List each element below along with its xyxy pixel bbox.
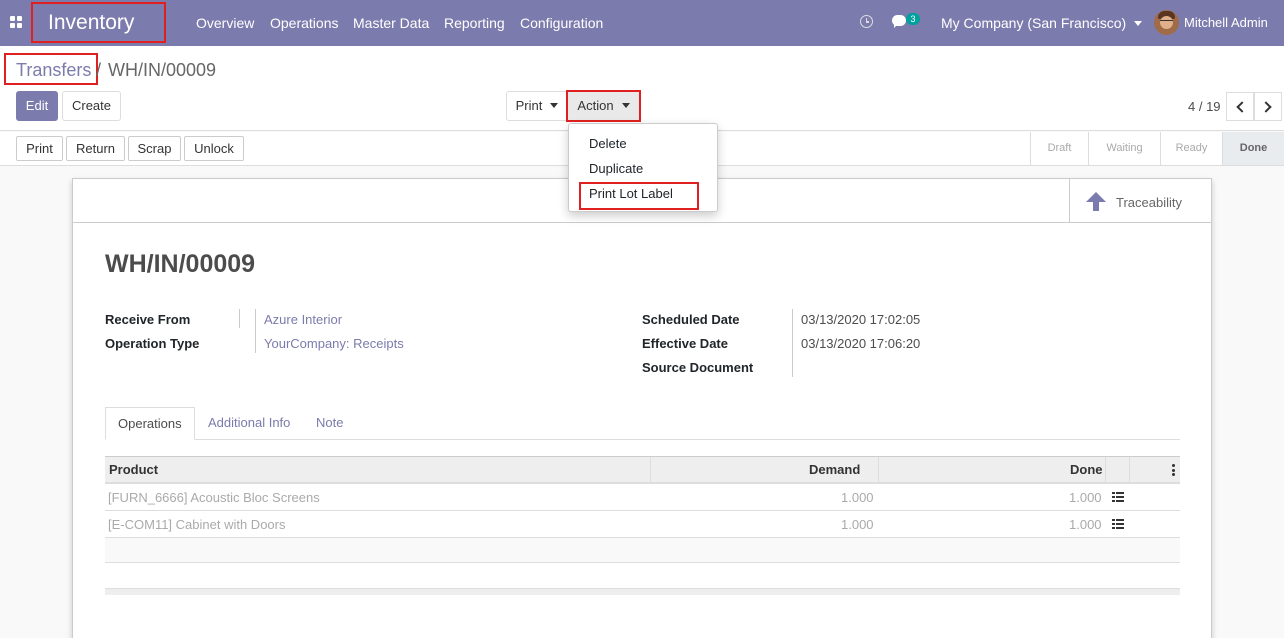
menu-overview[interactable]: Overview bbox=[196, 15, 254, 31]
column-separator bbox=[650, 457, 651, 483]
receive-from-label: Receive From bbox=[105, 312, 191, 327]
detailed-operations-list-icon[interactable] bbox=[1112, 519, 1124, 529]
arrow-up-icon bbox=[1086, 192, 1106, 212]
row-done: 1.000 bbox=[1069, 490, 1102, 505]
stage-ready[interactable]: Ready bbox=[1160, 132, 1222, 165]
row-product: [E-COM11] Cabinet with Doors bbox=[108, 517, 286, 532]
table-footer bbox=[105, 588, 1180, 595]
column-demand[interactable]: Demand bbox=[809, 457, 860, 483]
row-demand: 1.000 bbox=[841, 490, 874, 505]
print-button[interactable]: Print bbox=[16, 136, 63, 161]
stage-draft[interactable]: Draft bbox=[1030, 132, 1088, 165]
print-label: Print bbox=[515, 98, 543, 113]
effective-date-value: 03/13/2020 17:06:20 bbox=[801, 336, 921, 351]
column-product[interactable]: Product bbox=[109, 457, 158, 483]
row-product: [FURN_6666] Acoustic Bloc Screens bbox=[108, 490, 320, 505]
menu-operations[interactable]: Operations bbox=[270, 15, 338, 31]
pager-next-button[interactable] bbox=[1254, 92, 1282, 121]
empty-table-row bbox=[105, 538, 1180, 563]
top-navbar: Inventory Overview Operations Master Dat… bbox=[0, 0, 1284, 46]
menu-configuration[interactable]: Configuration bbox=[520, 15, 603, 31]
source-document-label: Source Document bbox=[642, 360, 754, 375]
activity-clock-icon[interactable] bbox=[860, 15, 873, 28]
menu-reporting[interactable]: Reporting bbox=[444, 15, 505, 31]
caret-down-icon bbox=[550, 103, 559, 108]
create-button[interactable]: Create bbox=[62, 91, 121, 121]
column-separator bbox=[878, 457, 879, 483]
table-row[interactable]: [FURN_6666] Acoustic Bloc Screens 1.000 … bbox=[105, 484, 1180, 511]
stage-waiting[interactable]: Waiting bbox=[1088, 132, 1160, 165]
receive-from-value[interactable]: Azure Interior bbox=[264, 312, 342, 327]
notebook-tabs: Operations Additional Info Note bbox=[105, 407, 1180, 440]
caret-down-icon bbox=[1134, 21, 1143, 26]
menu-master-data[interactable]: Master Data bbox=[353, 15, 429, 31]
scheduled-date-label: Scheduled Date bbox=[642, 312, 740, 327]
user-menu[interactable]: Mitchell Admin bbox=[1184, 15, 1268, 30]
stage-done: Done bbox=[1222, 132, 1284, 165]
company-name: My Company (San Francisco) bbox=[941, 15, 1127, 31]
traceability-button[interactable]: Traceability bbox=[1069, 179, 1211, 223]
scheduled-date-value[interactable]: 03/13/2020 17:02:05 bbox=[801, 312, 920, 327]
print-dropdown-button[interactable]: Print bbox=[506, 91, 568, 121]
row-demand: 1.000 bbox=[841, 517, 874, 532]
unlock-button[interactable]: Unlock bbox=[184, 136, 244, 161]
menu-item-delete[interactable]: Delete bbox=[589, 136, 627, 151]
chevron-right-icon bbox=[1260, 101, 1272, 113]
column-done[interactable]: Done bbox=[1070, 457, 1103, 483]
action-label: Action bbox=[577, 98, 614, 113]
table-row[interactable]: [E-COM11] Cabinet with Doors 1.000 1.000 bbox=[105, 511, 1180, 538]
breadcrumb-separator: / bbox=[96, 60, 102, 80]
pager-previous-button[interactable] bbox=[1226, 92, 1254, 121]
breadcrumb-current: WH/IN/00009 bbox=[108, 60, 217, 80]
traceability-label: Traceability bbox=[1116, 195, 1182, 210]
menu-item-duplicate[interactable]: Duplicate bbox=[589, 161, 643, 176]
operation-type-value[interactable]: YourCompany: Receipts bbox=[264, 336, 404, 351]
apps-grid-icon[interactable] bbox=[10, 16, 22, 28]
column-separator bbox=[1129, 457, 1130, 483]
tab-note[interactable]: Note bbox=[304, 407, 355, 440]
chat-icon[interactable] bbox=[892, 15, 906, 28]
action-dropdown-menu: Delete Duplicate Print Lot Label bbox=[568, 123, 718, 212]
control-panel: Transfers / WH/IN/00009 Edit Create Prin… bbox=[0, 46, 1284, 131]
chat-count-badge: 3 bbox=[906, 13, 920, 25]
form-sheet: Traceability WH/IN/00009 Receive From Az… bbox=[72, 178, 1212, 638]
edit-button[interactable]: Edit bbox=[16, 91, 58, 121]
company-switcher[interactable]: My Company (San Francisco) bbox=[941, 15, 1143, 31]
scrap-button[interactable]: Scrap bbox=[128, 136, 181, 161]
operation-type-label: Operation Type bbox=[105, 336, 200, 351]
record-title: WH/IN/00009 bbox=[105, 250, 256, 278]
menu-item-print-lot-label[interactable]: Print Lot Label bbox=[589, 186, 673, 201]
table-header: Product Demand Done bbox=[105, 456, 1180, 484]
tab-operations[interactable]: Operations bbox=[105, 407, 195, 440]
column-separator bbox=[1105, 457, 1106, 483]
avatar[interactable] bbox=[1154, 10, 1179, 35]
field-separator bbox=[255, 309, 256, 353]
action-dropdown-button[interactable]: Action bbox=[566, 90, 641, 122]
detailed-operations-list-icon[interactable] bbox=[1112, 492, 1124, 502]
app-title[interactable]: Inventory bbox=[31, 2, 166, 43]
row-done: 1.000 bbox=[1069, 517, 1102, 532]
tab-additional-info[interactable]: Additional Info bbox=[196, 407, 302, 440]
chevron-left-icon bbox=[1236, 101, 1248, 113]
pager-value[interactable]: 4 / 19 bbox=[1188, 99, 1221, 114]
optional-columns-kebab-icon[interactable] bbox=[1172, 464, 1175, 476]
effective-date-label: Effective Date bbox=[642, 336, 728, 351]
caret-down-icon bbox=[621, 103, 630, 108]
breadcrumb-transfers-link[interactable]: Transfers bbox=[16, 60, 91, 81]
field-separator bbox=[792, 309, 793, 377]
field-separator bbox=[239, 309, 240, 328]
return-button[interactable]: Return bbox=[66, 136, 125, 161]
